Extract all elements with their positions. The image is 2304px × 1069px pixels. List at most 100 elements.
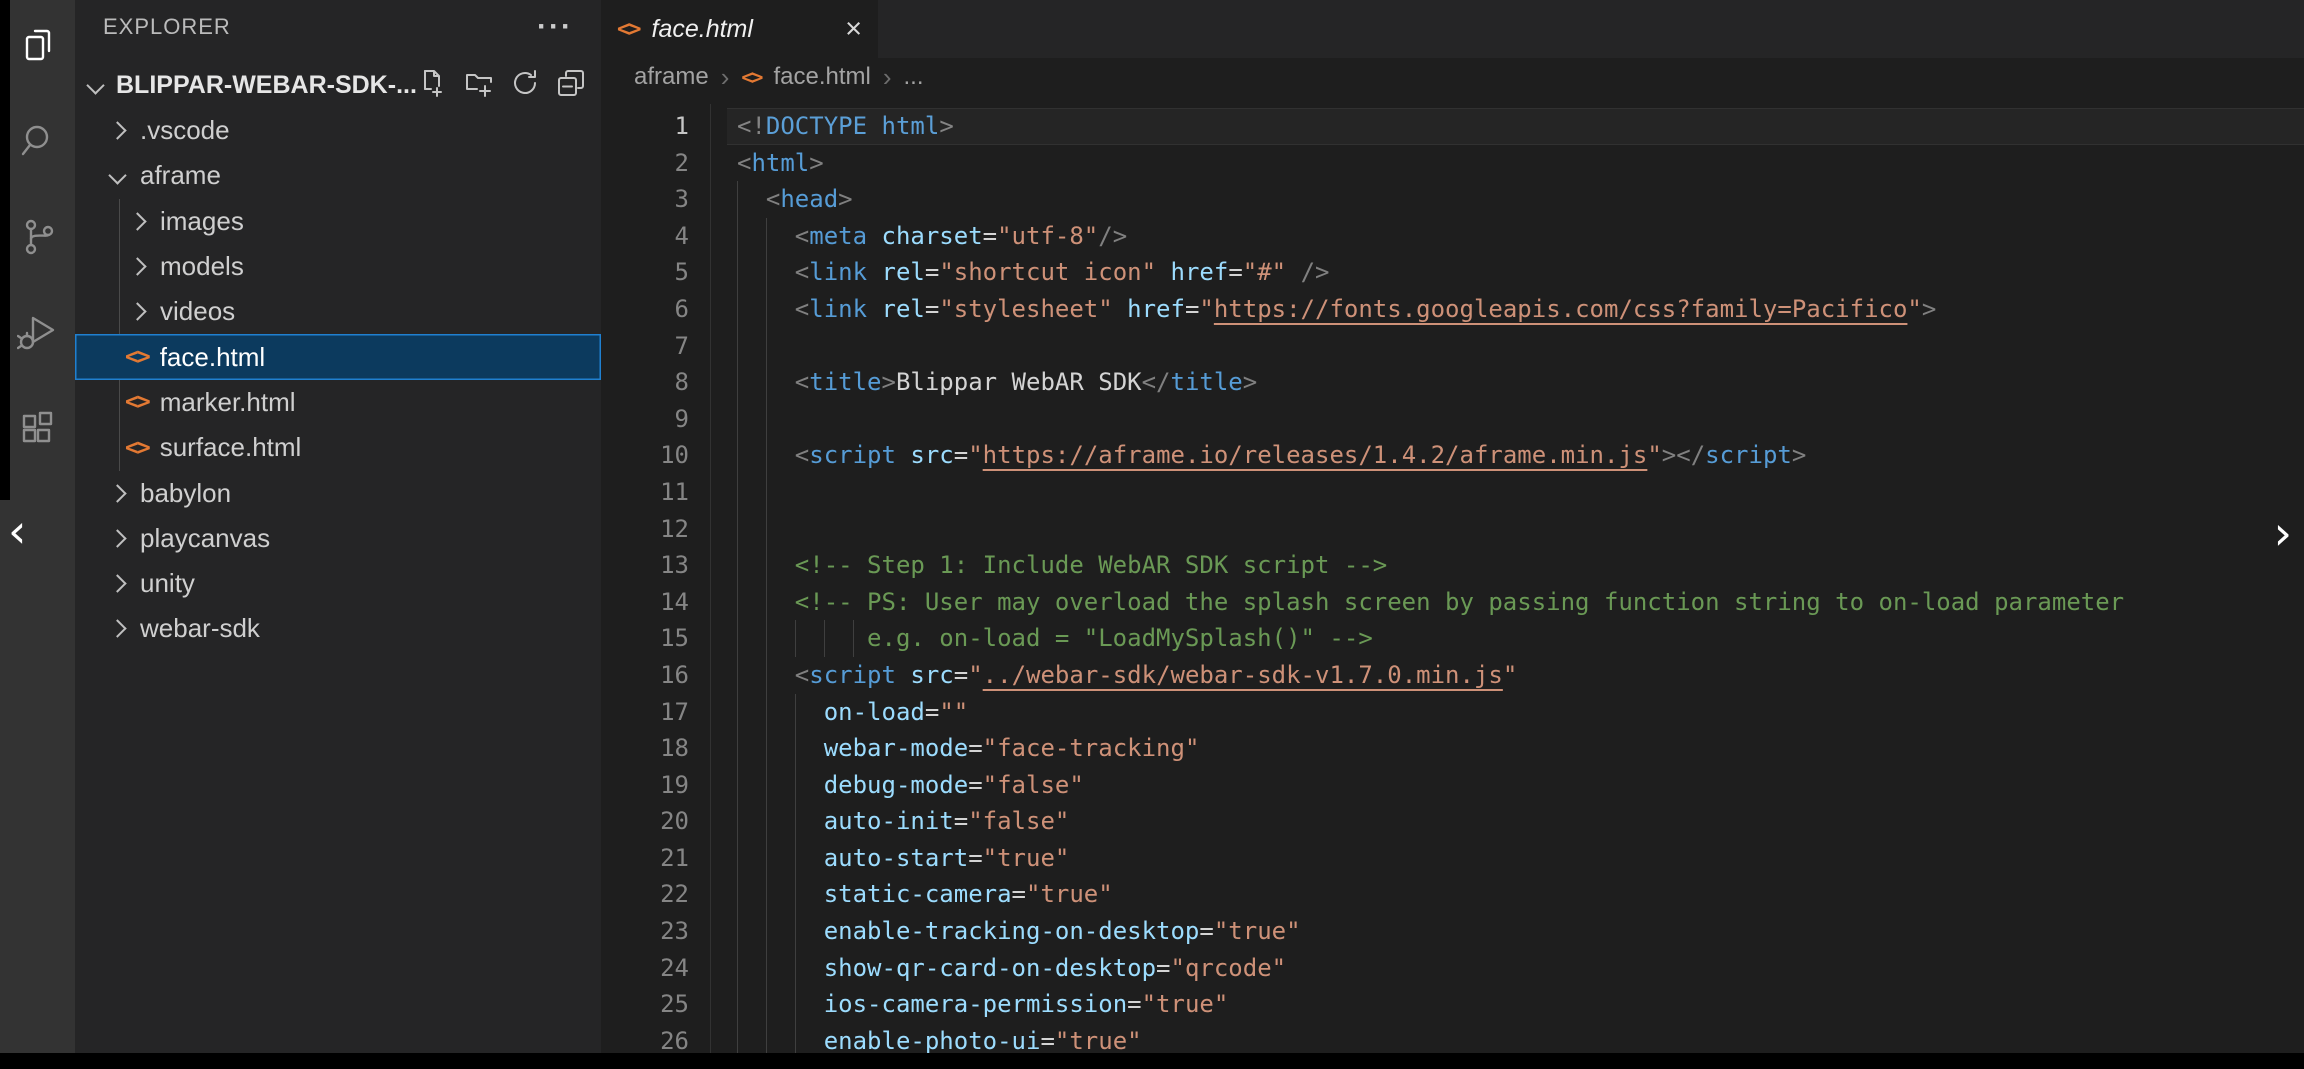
line-number: 24 (601, 950, 689, 987)
indent-guide (795, 803, 796, 840)
code-text: webar-mode="face-tracking" (737, 730, 1199, 767)
tree-item-videos[interactable]: videos (75, 289, 601, 334)
code-line-13[interactable]: 13 <!-- Step 1: Include WebAR SDK script… (601, 547, 2304, 584)
tree-item-surface.html[interactable]: <>surface.html (75, 425, 601, 470)
indent-guide (766, 876, 767, 913)
code-text (737, 401, 795, 438)
code-line-25[interactable]: 25 ios-camera-permission="true" (601, 986, 2304, 1023)
code-editor[interactable]: 1<!DOCTYPE html>2<html>3 <head>4 <meta c… (601, 96, 2304, 1059)
indent-guide (737, 364, 738, 401)
code-line-2[interactable]: 2 <html> (601, 145, 2304, 182)
indent-guide (766, 913, 767, 950)
code-line-9[interactable]: 9 (601, 401, 2304, 438)
code-line-14[interactable]: 14 <!-- PS: User may overload the splash… (601, 584, 2304, 621)
tree-item-face.html[interactable]: <>face.html (75, 334, 601, 379)
code-text: <html> (737, 145, 824, 182)
code-line-3[interactable]: 3 <head> (601, 181, 2304, 218)
indent-guide (766, 840, 767, 877)
line-number: 13 (601, 547, 689, 584)
line-number: 6 (601, 291, 689, 328)
code-line-5[interactable]: 5 <link rel="shortcut icon" href="#" /> (601, 254, 2304, 291)
code-line-1[interactable]: 1<!DOCTYPE html> (601, 108, 2304, 145)
line-number: 1 (601, 108, 689, 145)
close-icon[interactable]: × (845, 15, 862, 44)
tree-item-aframe[interactable]: aframe (75, 153, 601, 198)
indent-guide (766, 803, 767, 840)
tree-item-marker.html[interactable]: <>marker.html (75, 380, 601, 425)
indent-guide (766, 474, 767, 511)
code-line-23[interactable]: 23 enable-tracking-on-desktop="true" (601, 913, 2304, 950)
line-number: 2 (601, 145, 689, 182)
code-line-11[interactable]: 11 (601, 474, 2304, 511)
code-line-6[interactable]: 6 <link rel="stylesheet" href="https://f… (601, 291, 2304, 328)
refresh-icon[interactable] (509, 67, 541, 104)
code-line-22[interactable]: 22 static-camera="true" (601, 876, 2304, 913)
code-line-10[interactable]: 10 <script src="https://aframe.io/releas… (601, 437, 2304, 474)
line-number: 23 (601, 913, 689, 950)
next-arrow[interactable]: › (2274, 510, 2292, 556)
breadcrumb-folder[interactable]: aframe (634, 63, 709, 91)
code-line-18[interactable]: 18 webar-mode="face-tracking" (601, 730, 2304, 767)
code-line-12[interactable]: 12 (601, 511, 2304, 548)
line-number: 15 (601, 620, 689, 657)
collapse-all-icon[interactable] (555, 67, 587, 104)
code-line-8[interactable]: 8 <title>Blippar WebAR SDK</title> (601, 364, 2304, 401)
tree-item-webar-sdk[interactable]: webar-sdk (75, 606, 601, 651)
code-line-7[interactable]: 7 (601, 328, 2304, 365)
files-icon[interactable] (15, 22, 61, 68)
code-line-17[interactable]: 17 on-load="" (601, 694, 2304, 731)
breadcrumb-file[interactable]: face.html (773, 63, 870, 91)
code-line-24[interactable]: 24 show-qr-card-on-desktop="qrcode" (601, 950, 2304, 987)
search-icon[interactable] (15, 118, 61, 164)
indent-guide (737, 547, 738, 584)
explorer-title: EXPLORER (103, 14, 231, 40)
code-text: auto-init="false" (737, 803, 1069, 840)
code-text: <meta charset="utf-8"/> (737, 218, 1127, 255)
code-line-20[interactable]: 20 auto-init="false" (601, 803, 2304, 840)
code-line-15[interactable]: 15 e.g. on-load = "LoadMySplash()" --> (601, 620, 2304, 657)
html-file-icon: <> (125, 389, 149, 415)
breadcrumb-symbol[interactable]: ... (904, 63, 924, 91)
tree-item-unity[interactable]: unity (75, 561, 601, 606)
code-line-4[interactable]: 4 <meta charset="utf-8"/> (601, 218, 2304, 255)
tab-face-html[interactable]: <> face.html × (601, 0, 878, 58)
run-debug-icon[interactable] (15, 310, 61, 356)
indent-guide (737, 950, 738, 987)
code-text (737, 511, 795, 548)
code-text: <script src="https://aframe.io/releases/… (737, 437, 1806, 474)
tree-item-playcanvas[interactable]: playcanvas (75, 516, 601, 561)
chevron-right-icon (108, 484, 126, 502)
explorer-header: EXPLORER ··· (75, 0, 601, 54)
extensions-icon[interactable] (15, 406, 61, 452)
indent-guide (795, 620, 796, 657)
chevron-right-icon (108, 529, 126, 547)
chevron-right-icon (108, 121, 126, 139)
indent-guide (795, 840, 796, 877)
code-line-16[interactable]: 16 <script src="../webar-sdk/webar-sdk-v… (601, 657, 2304, 694)
code-text: <head> (737, 181, 853, 218)
tree-item-.vscode[interactable]: .vscode (75, 108, 601, 153)
code-text: <title>Blippar WebAR SDK</title> (737, 364, 1257, 401)
code-text: e.g. on-load = "LoadMySplash()" --> (737, 620, 1373, 657)
indent-guide (737, 254, 738, 291)
tree-item-models[interactable]: models (75, 244, 601, 289)
tree-item-images[interactable]: images (75, 199, 601, 244)
tab-label: face.html (652, 15, 753, 44)
tab-bar: <> face.html × (601, 0, 2304, 58)
code-line-19[interactable]: 19 debug-mode="false" (601, 767, 2304, 804)
source-control-icon[interactable] (15, 214, 61, 260)
line-number: 21 (601, 840, 689, 877)
more-actions-icon[interactable]: ··· (537, 22, 573, 32)
line-number: 10 (601, 437, 689, 474)
indent-guide (737, 218, 738, 255)
code-line-21[interactable]: 21 auto-start="true" (601, 840, 2304, 877)
new-file-icon[interactable] (417, 67, 449, 104)
tree-item-babylon[interactable]: babylon (75, 470, 601, 515)
prev-arrow[interactable]: ‹ (8, 508, 26, 554)
tree-item-label: images (160, 206, 244, 237)
project-section-header[interactable]: BLIPPAR-WEBAR-SDK-... (75, 63, 601, 108)
new-folder-icon[interactable] (463, 67, 495, 104)
line-number: 3 (601, 181, 689, 218)
line-number: 8 (601, 364, 689, 401)
indent-guide (737, 876, 738, 913)
